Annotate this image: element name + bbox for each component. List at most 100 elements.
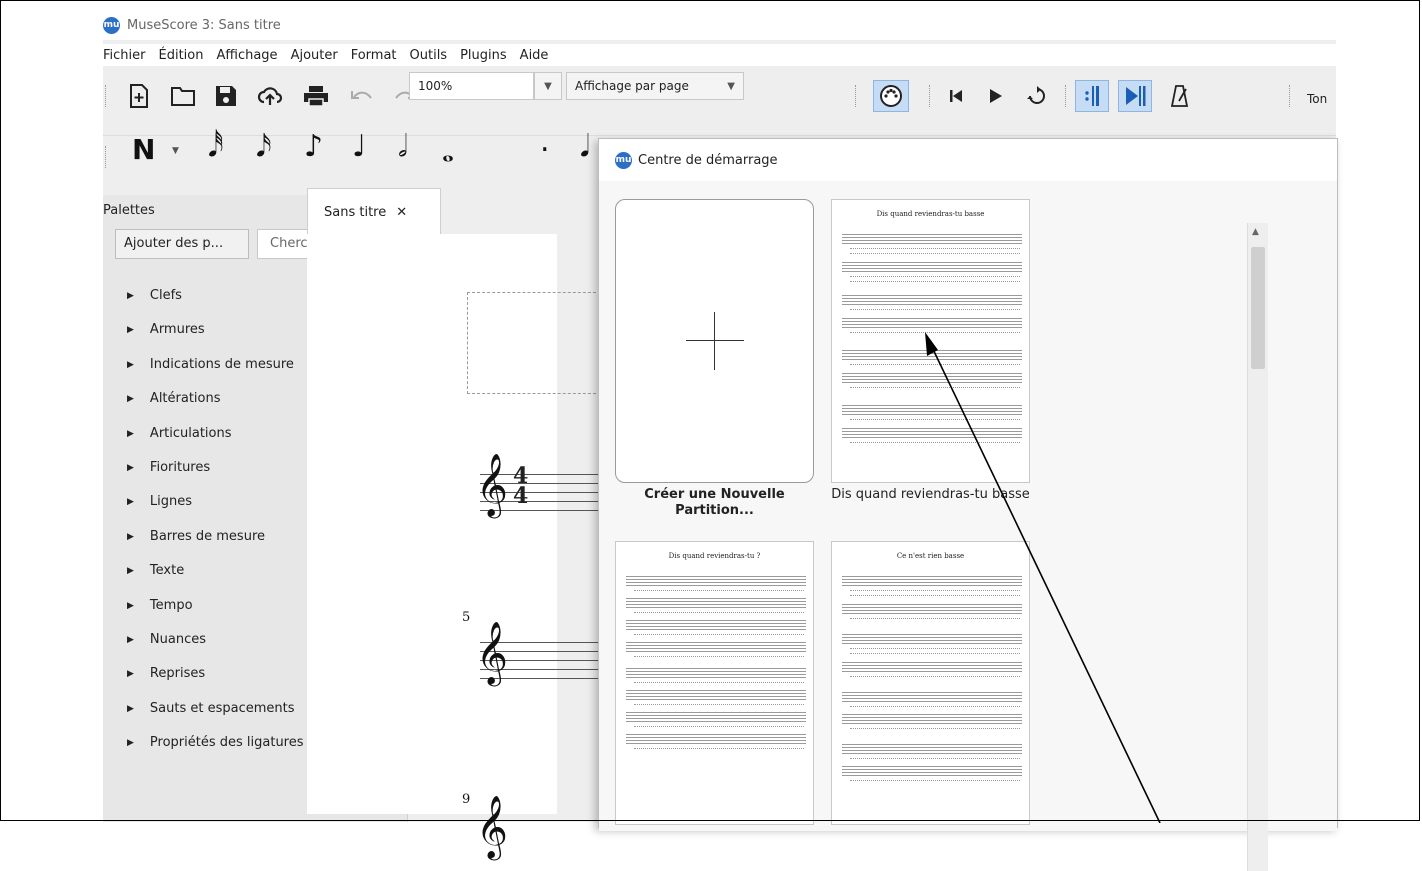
- expand-triangle-icon: ▶: [127, 566, 134, 577]
- tab-sans-titre[interactable]: Sans titre ✕: [307, 188, 441, 234]
- close-tab-icon[interactable]: ✕: [396, 205, 407, 220]
- palette-list: ▶ Clefs ▶ Armures ▶ Indications de mesure ▶…: [127, 288, 304, 769]
- whole-note-icon[interactable]: 𝅝: [442, 134, 454, 169]
- score-thumbnail-card[interactable]: Dis quand reviendras-tu ?: [615, 541, 814, 825]
- toolbar-separator: [1289, 85, 1291, 107]
- musescore-logo: mu: [615, 151, 632, 169]
- thumbnail-title: Dis quand reviendras-tu basse: [876, 210, 985, 218]
- midi-input-icon[interactable]: [873, 80, 909, 112]
- palette-item-clefs[interactable]: ▶ Clefs: [127, 288, 304, 322]
- expand-triangle-icon: ▶: [127, 738, 134, 749]
- musescore-logo: mu: [103, 16, 120, 34]
- treble-clef-icon: 𝄞: [476, 453, 508, 516]
- rest-icon[interactable]: 𝅘𝅥: [580, 129, 590, 164]
- palette-item-lignes[interactable]: ▶ Lignes: [127, 494, 304, 528]
- title-frame[interactable]: [467, 292, 601, 394]
- toolbar-grip: [105, 85, 107, 107]
- palette-item-tempo[interactable]: ▶ Tempo: [127, 598, 304, 632]
- dialog-scrollbar[interactable]: ▲: [1247, 223, 1268, 871]
- palette-item-proprietes-des-ligatures[interactable]: ▶ Propriétés des ligatures: [127, 735, 304, 769]
- view-mode-select[interactable]: Affichage par page ▼: [566, 72, 744, 100]
- palette-item-reprises[interactable]: ▶ Reprises: [127, 666, 304, 700]
- note-input-mode-button[interactable]: N: [132, 133, 155, 166]
- expand-triangle-icon: ▶: [127, 462, 134, 473]
- expand-triangle-icon: ▶: [127, 669, 134, 680]
- save-icon[interactable]: [210, 80, 242, 112]
- expand-triangle-icon: ▶: [127, 359, 134, 370]
- palette-item-texte[interactable]: ▶ Texte: [127, 563, 304, 597]
- add-palettes-button[interactable]: Ajouter des p...: [115, 229, 249, 259]
- chevron-down-icon[interactable]: ▼: [172, 146, 179, 156]
- half-note-icon[interactable]: 𝅗𝅥: [398, 129, 408, 164]
- expand-triangle-icon: ▶: [127, 600, 134, 611]
- palette-item-label: Nuances: [149, 631, 207, 647]
- expand-triangle-icon: ▶: [127, 394, 134, 405]
- measure-number: 5: [462, 610, 471, 625]
- palette-item-alterations[interactable]: ▶ Altérations: [127, 391, 304, 425]
- play-icon[interactable]: [981, 80, 1011, 112]
- menu-outils[interactable]: Outils: [410, 48, 448, 63]
- menu-ajouter[interactable]: Ajouter: [291, 48, 338, 63]
- palette-item-label: Barres de mesure: [149, 528, 265, 544]
- palette-item-barres-de-mesure[interactable]: ▶ Barres de mesure: [127, 529, 304, 563]
- zoom-dropdown-arrow-icon[interactable]: ▼: [534, 72, 562, 100]
- palette-item-label: Reprises: [149, 666, 206, 682]
- loop-icon[interactable]: [1021, 80, 1053, 112]
- expand-triangle-icon: ▶: [127, 703, 134, 714]
- eighth-note-icon[interactable]: ♪: [304, 129, 323, 164]
- title-bar: mu MuseScore 3: Sans titre: [103, 10, 1336, 40]
- expand-triangle-icon: ▶: [127, 497, 134, 508]
- menu-plugins[interactable]: Plugins: [460, 48, 507, 63]
- scrollbar-thumb[interactable]: [1251, 247, 1265, 369]
- expand-triangle-icon: ▶: [127, 291, 134, 301]
- toolbar-grip: [105, 146, 107, 168]
- palette-item-label: Tempo: [149, 597, 193, 613]
- toolbar-separator: [929, 85, 931, 107]
- thirty-second-note-icon[interactable]: 𝅘𝅥𝅯: [256, 129, 272, 164]
- loop-out-icon[interactable]: [1118, 80, 1152, 112]
- palette-item-articulations[interactable]: ▶ Articulations: [127, 426, 304, 460]
- print-icon[interactable]: [299, 80, 333, 112]
- menu-affichage[interactable]: Affichage: [216, 48, 277, 63]
- new-score-card[interactable]: [615, 199, 814, 483]
- thumbnail-title: Ce n'est rien basse: [896, 552, 965, 560]
- cloud-upload-icon[interactable]: [253, 80, 287, 112]
- palette-item-sauts-et-espacements[interactable]: ▶ Sauts et espacements: [127, 701, 304, 735]
- dialog-title: Centre de démarrage: [638, 152, 778, 168]
- palette-item-nuances[interactable]: ▶ Nuances: [127, 632, 304, 666]
- new-file-icon[interactable]: [123, 80, 155, 112]
- palette-item-label: Fioritures: [149, 459, 211, 475]
- open-folder-icon[interactable]: [167, 80, 199, 112]
- sixty-fourth-note-icon[interactable]: 𝅘𝅥𝅰: [208, 129, 224, 164]
- menu-fichier[interactable]: Fichier: [103, 48, 146, 63]
- rewind-icon[interactable]: [941, 80, 971, 112]
- zoom-input[interactable]: 100%: [409, 72, 534, 100]
- palette-item-label: Altérations: [149, 391, 221, 407]
- menu-edition[interactable]: Édition: [159, 48, 204, 63]
- palettes-title: Palettes: [103, 203, 155, 218]
- toolbar-separator: [1065, 85, 1067, 107]
- undo-icon[interactable]: [347, 80, 377, 112]
- quarter-note-icon[interactable]: ♩: [352, 129, 366, 164]
- score-thumbnail-card[interactable]: Ce n'est rien basse: [831, 541, 1030, 825]
- palette-item-armures[interactable]: ▶ Armures: [127, 322, 304, 356]
- window-title: MuseScore 3: Sans titre: [127, 17, 281, 33]
- palette-item-fioritures[interactable]: ▶ Fioritures: [127, 460, 304, 494]
- score-grid: Créer une Nouvelle Partition... Dis quan…: [599, 181, 1337, 871]
- score-thumbnail-card[interactable]: Dis quand reviendras-tu basse: [831, 199, 1030, 483]
- menu-format[interactable]: Format: [351, 48, 397, 63]
- palette-item-label: Sauts et espacements: [149, 700, 295, 716]
- palette-item-label: Clefs: [149, 288, 182, 303]
- palette-item-indications-de-mesure[interactable]: ▶ Indications de mesure: [127, 357, 304, 391]
- augmentation-dot-icon[interactable]: .: [540, 124, 550, 159]
- plus-icon: [686, 312, 744, 370]
- palette-item-label: Texte: [149, 563, 185, 579]
- time-signature-bottom: 4: [513, 483, 529, 509]
- menu-aide[interactable]: Aide: [520, 48, 549, 63]
- measure-number: 9: [462, 792, 471, 807]
- treble-clef-icon: 𝄞: [476, 795, 508, 858]
- loop-in-icon[interactable]: [1075, 80, 1109, 112]
- expand-triangle-icon: ▶: [127, 428, 134, 439]
- metronome-icon[interactable]: [1165, 80, 1195, 112]
- scroll-up-icon[interactable]: ▲: [1252, 227, 1259, 237]
